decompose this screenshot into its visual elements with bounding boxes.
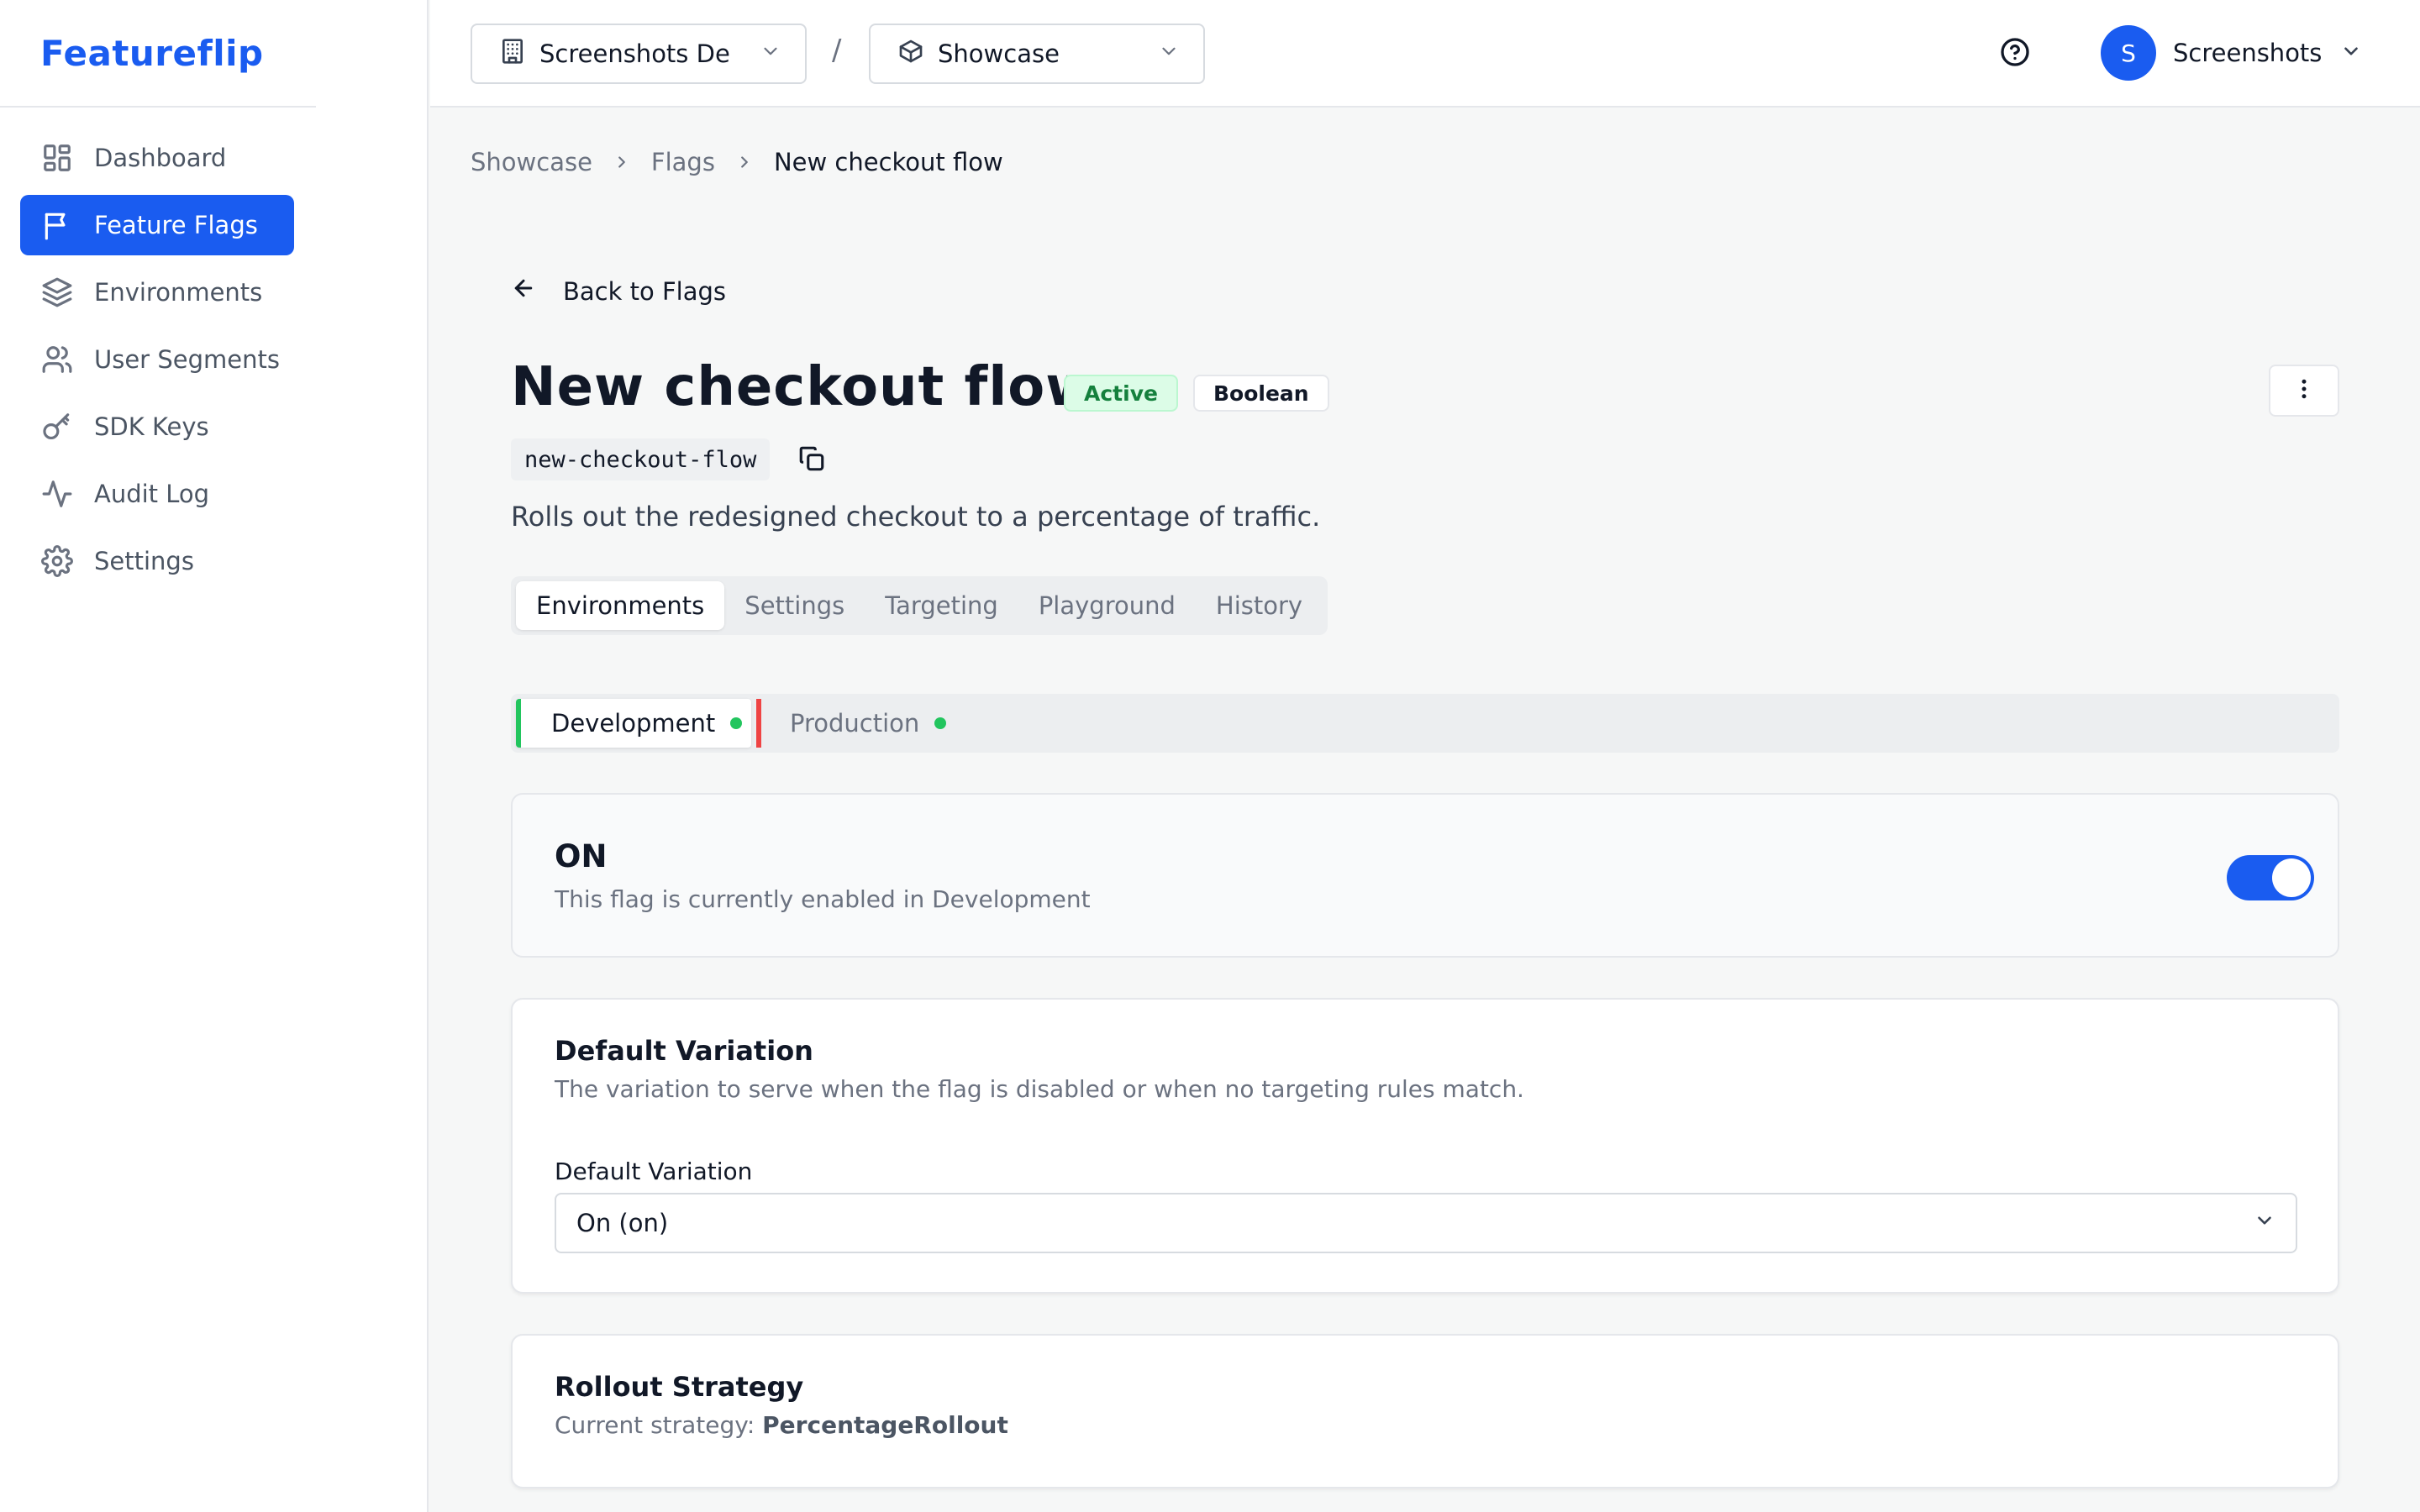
flag-description: Rolls out the redesigned checkout to a p…	[511, 501, 1321, 533]
rollout-strategy-prefix: Current strategy:	[555, 1411, 755, 1439]
default-variation-card: Default Variation The variation to serve…	[511, 998, 2339, 1294]
brand: Featureflip	[0, 0, 316, 108]
flag-state-subtitle: This flag is currently enabled in Develo…	[555, 885, 1091, 913]
sidebar-nav: Dashboard Feature Flags Environments Use…	[0, 108, 427, 591]
sidebar: Featureflip Dashboard Feature Flags Envi…	[0, 0, 429, 1512]
sidebar-item-settings[interactable]: Settings	[20, 531, 294, 591]
project-switcher[interactable]: Showcase	[869, 24, 1205, 84]
chevron-down-icon	[2340, 40, 2362, 66]
default-variation-title: Default Variation	[555, 1035, 813, 1067]
tab-history[interactable]: History	[1196, 581, 1323, 630]
back-to-flags-link[interactable]: Back to Flags	[511, 276, 726, 307]
breadcrumb-item-current: New checkout flow	[773, 148, 1003, 176]
rollout-strategy-line: Current strategy: PercentageRollout	[555, 1411, 1008, 1439]
chevron-down-icon	[2254, 1209, 2275, 1237]
toggle-knob	[2272, 858, 2311, 897]
project-switcher-label: Showcase	[938, 39, 1060, 68]
env-tab-label: Production	[790, 709, 920, 738]
flag-key: new-checkout-flow	[511, 438, 771, 480]
tab-playground[interactable]: Playground	[1018, 581, 1196, 630]
sidebar-item-audit-log[interactable]: Audit Log	[20, 464, 294, 524]
avatar: S	[2101, 25, 2156, 81]
breadcrumb: Showcase Flags New checkout flow	[471, 148, 1003, 176]
sidebar-item-user-segments[interactable]: User Segments	[20, 329, 294, 390]
user-menu[interactable]: S Screenshots	[2101, 25, 2362, 81]
sidebar-item-label: Feature Flags	[94, 211, 258, 239]
chevron-down-icon	[760, 39, 781, 68]
environment-tabs: Development Production	[511, 694, 2339, 753]
building-icon	[499, 38, 526, 71]
copy-key-button[interactable]	[795, 444, 829, 477]
env-status-dot	[730, 717, 743, 729]
gear-icon	[40, 544, 74, 578]
sidebar-item-label: Dashboard	[94, 144, 227, 172]
page-title: New checkout flow	[511, 356, 1097, 418]
user-name: Screenshots	[2173, 39, 2323, 67]
type-badge: Boolean	[1193, 375, 1329, 412]
sidebar-item-sdk-keys[interactable]: SDK Keys	[20, 396, 294, 457]
copy-icon	[797, 444, 826, 476]
default-variation-subtitle: The variation to serve when the flag is …	[555, 1075, 1524, 1103]
rollout-strategy-title: Rollout Strategy	[555, 1371, 804, 1403]
sidebar-item-label: Audit Log	[94, 480, 210, 508]
tab-environments[interactable]: Environments	[516, 581, 725, 630]
env-tab-development[interactable]: Development	[516, 699, 751, 748]
help-button[interactable]	[2000, 37, 2033, 71]
box-icon	[897, 38, 924, 71]
arrow-left-icon	[511, 276, 563, 307]
breadcrumb-item-flags[interactable]: Flags	[651, 148, 715, 176]
more-vertical-icon	[2291, 376, 2317, 405]
breadcrumb-item-showcase[interactable]: Showcase	[471, 148, 592, 176]
org-switcher[interactable]: Screenshots De	[471, 24, 807, 84]
status-badge: Active	[1064, 375, 1178, 412]
sidebar-item-feature-flags[interactable]: Feature Flags	[20, 195, 294, 255]
env-tab-production[interactable]: Production	[756, 699, 975, 748]
sidebar-item-label: Environments	[94, 278, 263, 307]
tab-targeting[interactable]: Targeting	[865, 581, 1018, 630]
flag-tabs: Environments Settings Targeting Playgrou…	[511, 576, 1328, 635]
sidebar-item-dashboard[interactable]: Dashboard	[20, 128, 294, 188]
activity-icon	[40, 477, 74, 511]
chevron-right-icon	[613, 153, 631, 171]
flag-state-title: ON	[555, 838, 608, 874]
rollout-strategy-value: PercentageRollout	[762, 1411, 1008, 1439]
default-variation-value: On (on)	[576, 1209, 669, 1237]
default-variation-select[interactable]: On (on)	[555, 1193, 2297, 1253]
more-actions-button[interactable]	[2269, 365, 2339, 417]
sidebar-item-label: Settings	[94, 547, 194, 575]
sidebar-item-label: User Segments	[94, 345, 280, 374]
org-switcher-label: Screenshots De	[539, 39, 730, 68]
tab-settings[interactable]: Settings	[724, 581, 865, 630]
brand-logo-text[interactable]: Featureflip	[40, 33, 264, 74]
rollout-strategy-card: Rollout Strategy Current strategy: Perce…	[511, 1334, 2339, 1488]
chevron-right-icon	[735, 153, 754, 171]
key-icon	[40, 410, 74, 444]
breadcrumb-separator: /	[832, 34, 842, 67]
default-variation-field-label: Default Variation	[555, 1158, 753, 1185]
users-icon	[40, 343, 74, 376]
layers-icon	[40, 276, 74, 309]
env-status-dot	[934, 717, 947, 729]
flag-icon	[40, 208, 74, 242]
help-circle-icon	[2000, 38, 2030, 71]
env-tab-label: Development	[551, 709, 716, 738]
back-link-label: Back to Flags	[563, 276, 726, 306]
flag-enabled-toggle[interactable]	[2227, 855, 2314, 900]
chevron-down-icon	[1158, 39, 1180, 68]
sidebar-item-label: SDK Keys	[94, 412, 209, 441]
topbar: Screenshots De / Showcase S Screenshots	[430, 0, 2420, 108]
dashboard-icon	[40, 141, 74, 175]
sidebar-item-environments[interactable]: Environments	[20, 262, 294, 323]
flag-state-card: ON This flag is currently enabled in Dev…	[511, 793, 2339, 958]
